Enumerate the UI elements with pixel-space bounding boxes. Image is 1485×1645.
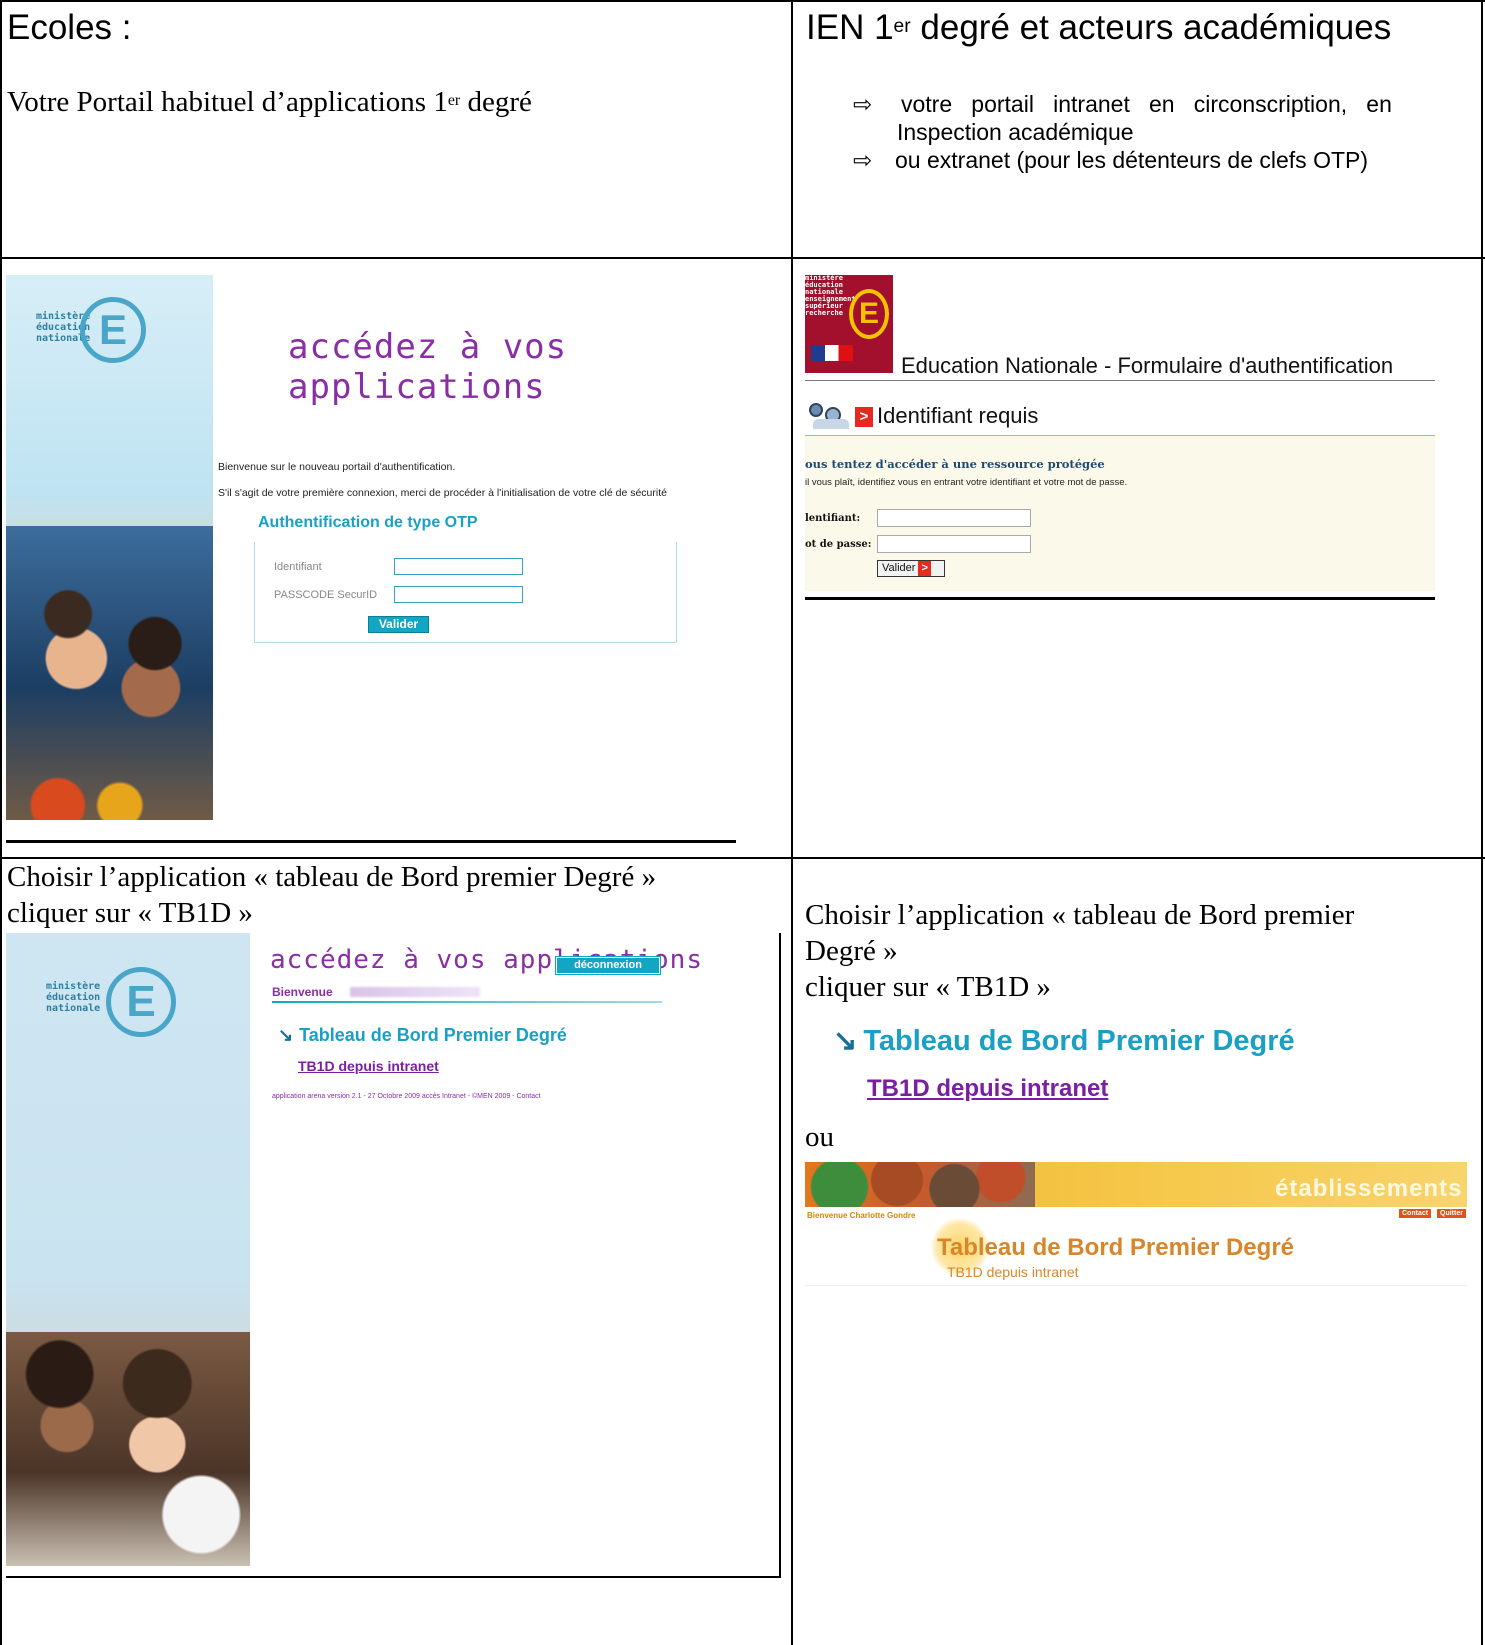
ien-bullet-list: ⇨ votre portail intranet en circonscript…	[853, 90, 1465, 174]
ien-tb-heading-text: Tableau de Bord Premier Degré	[863, 1025, 1295, 1057]
red-arrow-icon: >	[918, 561, 931, 576]
ien-heading: IEN 1er degré et acteurs académiques	[806, 8, 1391, 48]
logo-line-3: nationale	[46, 1003, 101, 1014]
apps-title-rule	[272, 1001, 662, 1003]
ministry-red-logo: ministère éducation nationale enseigneme…	[805, 275, 893, 373]
portal-first-login-text: S'il s'agit de votre première connexion,…	[218, 487, 667, 499]
document-table: Ecoles : Votre Portail habituel d’applic…	[0, 0, 1485, 1645]
ien-bullet-extranet: ⇨ ou extranet (pour les détenteurs de cl…	[853, 146, 1465, 174]
ien-heading-suffix: degré et acteurs académiques	[910, 8, 1392, 47]
ien-heading-text: IEN 1	[806, 8, 894, 47]
ien-bullet-extranet-text: ou extranet (pour les détenteurs de clef…	[895, 147, 1369, 173]
portal-welcome-text: Bienvenue sur le nouveau portail d'authe…	[218, 461, 456, 473]
please-identify-text: il vous plaît, identifiez vous en entran…	[805, 477, 1128, 488]
cell-ecoles-apps: Choisir l’application « tableau de Bord …	[2, 859, 791, 1645]
blurred-user-name	[350, 987, 480, 997]
logo-line-2: éducation	[46, 992, 101, 1003]
etab-tb-sub[interactable]: TB1D depuis intranet	[947, 1264, 1079, 1280]
apps-tb-heading-text: Tableau de Bord Premier Degré	[299, 1025, 567, 1045]
users-icon	[805, 401, 855, 431]
ien-tb-heading: ↘ Tableau de Bord Premier Degré	[833, 1023, 1295, 1058]
chevron-down-right-icon: ↘	[833, 1025, 858, 1057]
ecoles-portal-line-text: Votre Portail habituel d’applications 1	[7, 86, 448, 118]
ien-tb1d-link[interactable]: TB1D depuis intranet	[867, 1075, 1108, 1103]
otp-heading: Authentification de type OTP	[258, 514, 478, 531]
pupils-photo: ministère éducation nationale E	[6, 933, 250, 1566]
ecoles-caption-line-2: cliquer sur « TB1D »	[7, 897, 253, 929]
etab-quit-button[interactable]: Quitter	[1437, 1209, 1466, 1218]
protected-resource-text: ous tentez d'accéder à une ressource pro…	[805, 457, 1105, 471]
ecoles-heading: Ecoles :	[7, 8, 132, 47]
auth-title-rule	[805, 380, 1435, 381]
auth-form-screenshot: ministère éducation nationale enseigneme…	[793, 259, 1481, 857]
otp-id-label: Identifiant	[274, 561, 322, 573]
auth-id-input[interactable]	[877, 509, 1031, 527]
etab-contact-button[interactable]: Contact	[1399, 1209, 1432, 1218]
users-icon-body	[813, 419, 849, 429]
auth-bottom-rule	[805, 597, 1435, 600]
id-required-heading: Identifiant requis	[877, 403, 1039, 428]
ecoles-caption-line-1: Choisir l’application « tableau de Bord …	[7, 861, 657, 893]
red-logo-line-6: recherche	[805, 309, 843, 317]
auth-submit-button[interactable]: Valider >	[877, 560, 945, 577]
ecoles-portal-line-suffix: degré	[460, 86, 532, 118]
apps-tb1d-link[interactable]: TB1D depuis intranet	[298, 1058, 439, 1074]
ministry-logo-e-icon: E	[80, 297, 146, 363]
chevron-down-right-icon: ↘	[278, 1025, 294, 1045]
french-flag-icon	[811, 345, 853, 361]
ien-heading-sup: er	[893, 16, 911, 38]
otp-submit-button[interactable]: Valider	[368, 616, 429, 633]
ien-caption-line-2: Degré »	[805, 935, 898, 967]
students-photo-people	[6, 525, 213, 820]
students-photo: ministère éducation nationale E	[6, 275, 213, 820]
users-icon-head-1	[809, 403, 823, 417]
screenshot-right-border	[779, 933, 781, 1578]
cell-ien-apps: Choisir l’application « tableau de Bord …	[793, 859, 1481, 1645]
auth-id-label: lentifiant:	[805, 513, 861, 524]
logout-button[interactable]: déconnexion	[555, 956, 661, 975]
portal-title: accédez à vos applications	[288, 327, 568, 407]
otp-portal-screenshot: ministère éducation nationale E accédez …	[2, 259, 791, 857]
ministry-logo-e-icon: E	[106, 967, 176, 1037]
ien-bullet-intranet: ⇨ votre portail intranet en circonscript…	[853, 90, 1465, 146]
ou-text: ou	[805, 1121, 834, 1153]
auth-form-title: Education Nationale - Formulaire d'authe…	[901, 353, 1394, 378]
arrow-right-icon: ⇨	[853, 91, 873, 117]
screenshot-bottom-rule	[6, 840, 736, 843]
otp-passcode-label: PASSCODE SecurID	[274, 589, 378, 601]
etab-brand: établissements	[1275, 1175, 1463, 1202]
arrow-right-icon: ⇨	[853, 147, 873, 173]
apps-footer: application arena version 2.1 - 27 Octob…	[272, 1093, 541, 1100]
otp-passcode-input[interactable]	[394, 586, 523, 603]
screenshot-bottom-border	[6, 1576, 781, 1578]
ien-bullet-intranet-text: votre portail intranet en circonscriptio…	[901, 91, 1392, 117]
apps-list-screenshot: ministère éducation nationale E accédez …	[6, 933, 781, 1578]
ien-bullet-intranet-cont: Inspection académique	[897, 119, 1134, 145]
red-logo-e-icon: E	[849, 289, 889, 339]
ien-caption-line-1: Choisir l’application « tableau de Bord …	[805, 899, 1355, 931]
auth-submit-label: Valider	[882, 562, 916, 574]
ministry-logo-text: ministère éducation nationale	[46, 981, 100, 1014]
etab-banner-photo	[805, 1162, 1035, 1207]
apps-tb-heading: ↘ Tableau de Bord Premier Degré	[278, 1025, 567, 1046]
pupils-photo-people	[6, 1331, 250, 1566]
logo-line-1: ministère	[46, 981, 101, 992]
apps-welcome: Bienvenue	[272, 985, 333, 999]
ecoles-portal-line-sup: er	[447, 92, 461, 110]
cell-ecoles: Ecoles : Votre Portail habituel d’applic…	[2, 2, 791, 257]
auth-pass-label: ot de passe:	[805, 539, 872, 550]
ien-caption-line-3: cliquer sur « TB1D »	[805, 971, 1051, 1003]
table-border-right	[1481, 0, 1483, 1645]
red-logo-text: ministère éducation nationale enseigneme…	[805, 275, 856, 317]
cell-ien: IEN 1er degré et acteurs académiques ⇨ v…	[793, 2, 1481, 257]
etab-welcome: Bienvenue Charlotte Gondre	[807, 1211, 916, 1220]
red-arrow-icon: >	[855, 407, 873, 427]
etab-tb-heading[interactable]: Tableau de Bord Premier Degré	[937, 1234, 1294, 1262]
otp-id-input[interactable]	[394, 558, 523, 575]
auth-password-input[interactable]	[877, 535, 1031, 553]
ecoles-portal-line: Votre Portail habituel d’applications 1e…	[7, 86, 532, 119]
etab-bottom-rule	[805, 1285, 1467, 1286]
etablissements-screenshot: établissements Bienvenue Charlotte Gondr…	[805, 1162, 1467, 1287]
